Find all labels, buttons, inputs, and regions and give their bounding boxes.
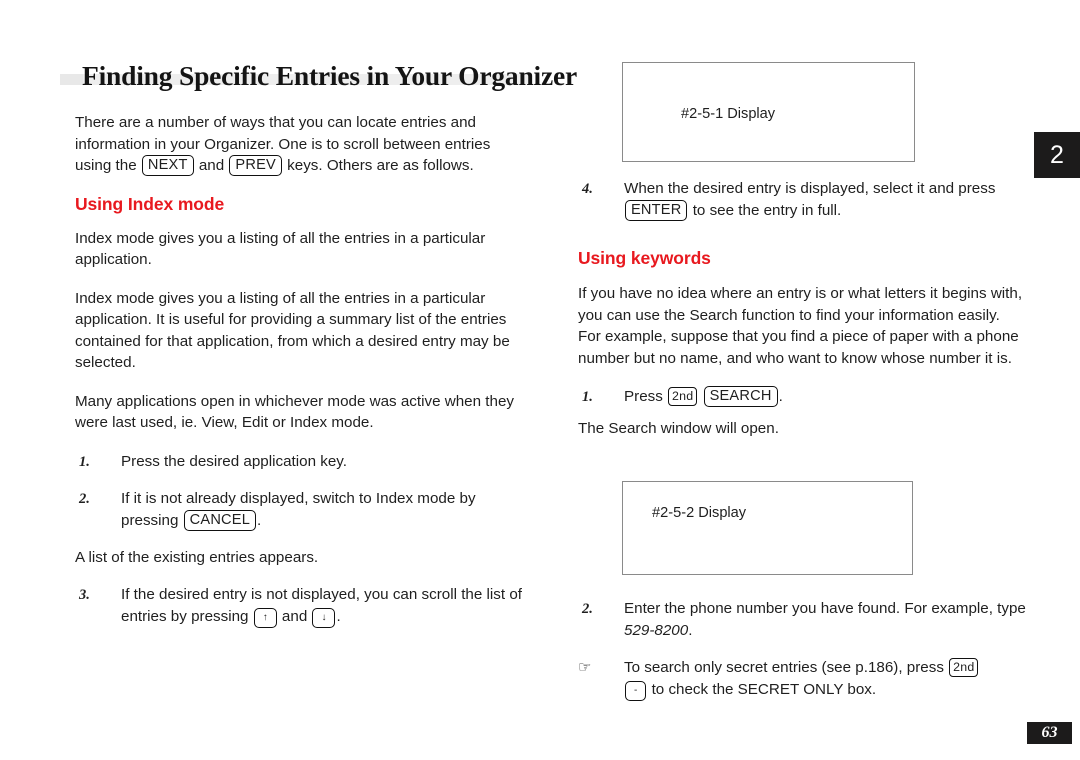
step-text-after: to see the entry in full.	[688, 202, 842, 219]
step-emphasis-phone-number: 529-8200	[624, 622, 689, 639]
index-paragraph-2: Index mode gives you a listing of all th…	[75, 289, 510, 372]
key-cancel[interactable]: CANCEL	[183, 509, 257, 531]
step-number: 1.	[582, 389, 593, 405]
key-minus[interactable]: -	[625, 681, 647, 701]
step-text-before: Press	[624, 388, 668, 405]
section-heading-keywords: Using keywords	[578, 248, 711, 268]
step-text-after: .	[257, 511, 262, 529]
key-2nd[interactable]: 2nd	[668, 387, 698, 406]
step-item: 2. If it is not already displayed, switch…	[75, 488, 523, 532]
key-prev[interactable]: PREV	[229, 155, 282, 176]
chapter-tab-number: 2	[1050, 140, 1064, 169]
step-item: 1. Press the desired application key.	[75, 451, 523, 473]
section-heading-index-mode: Using Index mode	[75, 193, 225, 214]
step-number: 2.	[582, 601, 593, 617]
index-paragraph-1: Index mode gives you a listing of all th…	[75, 229, 486, 269]
key-enter[interactable]: ENTER	[625, 200, 688, 221]
step-text: Press the desired application key.	[121, 452, 347, 470]
note-search-window: The Search window will open.	[578, 420, 779, 437]
step-number: 1.	[79, 453, 90, 470]
display-placeholder-1: #2-5-1 Display	[622, 62, 915, 162]
pointing-hand-icon: ☞	[578, 659, 592, 676]
tip-text-after: to check the SECRET ONLY box.	[647, 681, 877, 698]
key-search[interactable]: SEARCH	[703, 386, 778, 407]
step-number: 3.	[79, 587, 90, 603]
intro-paragraph: There are a number of ways that you can …	[75, 112, 523, 177]
left-column: There are a number of ways that you can …	[75, 112, 523, 643]
step-item: 1. Press 2nd SEARCH.	[578, 386, 1026, 408]
step-text-before: When the desired entry is displayed, sel…	[624, 180, 996, 197]
key-next[interactable]: NEXT	[141, 155, 194, 176]
step-number: 4.	[582, 181, 593, 197]
note-entries-appear: A list of the existing entries appears.	[75, 548, 319, 566]
page-number: 63	[1041, 724, 1058, 741]
step-text-after: .	[778, 388, 783, 405]
key-2nd[interactable]: 2nd	[949, 658, 979, 677]
step-item: 2. Enter the phone number you have found.…	[578, 598, 1026, 642]
step-item: 4. When the desired entry is displayed, s…	[578, 178, 1026, 222]
page-title-block: Finding Specific Entries in Your Organiz…	[60, 58, 578, 100]
tip-item: ☞ To search only secret entries (see p.18…	[578, 657, 1026, 701]
step-text-after: .	[336, 608, 341, 625]
page-title: Finding Specific Entries in Your Organiz…	[82, 60, 578, 91]
intro-text-part3: keys. Others are as follows.	[282, 157, 474, 174]
intro-text-part2: and	[194, 157, 229, 174]
step-text-mid: and	[277, 608, 312, 625]
display-placeholder-2-label: #2-5-2 Display	[652, 505, 747, 521]
step-text-before: If it is not already displayed, switch t…	[121, 489, 476, 529]
step-text-after: .	[688, 622, 693, 639]
page-number-badge: 63	[1027, 722, 1072, 744]
tip-text-before: To search only secret entries (see p.186…	[624, 659, 949, 676]
step-item: 3. If the desired entry is not displayed,…	[75, 584, 523, 628]
keywords-paragraph-1: If you have no idea where an entry is or…	[578, 285, 1023, 367]
index-paragraph-3: Many applications open in whichever mode…	[75, 392, 514, 432]
display-placeholder-1-label: #2-5-1 Display	[681, 106, 776, 122]
step-text-before: Enter the phone number you have found. F…	[624, 600, 1026, 617]
chapter-tab-marker: 2	[1034, 132, 1080, 178]
step-number: 2.	[79, 490, 90, 507]
display-placeholder-2: #2-5-2 Display	[622, 481, 913, 575]
right-column: 4. When the desired entry is displayed, s…	[578, 178, 1026, 456]
key-arrow-up[interactable]: ↑	[253, 608, 277, 628]
key-arrow-down[interactable]: ↓	[312, 608, 336, 628]
right-column-lower: 2. Enter the phone number you have found.…	[578, 598, 1026, 716]
